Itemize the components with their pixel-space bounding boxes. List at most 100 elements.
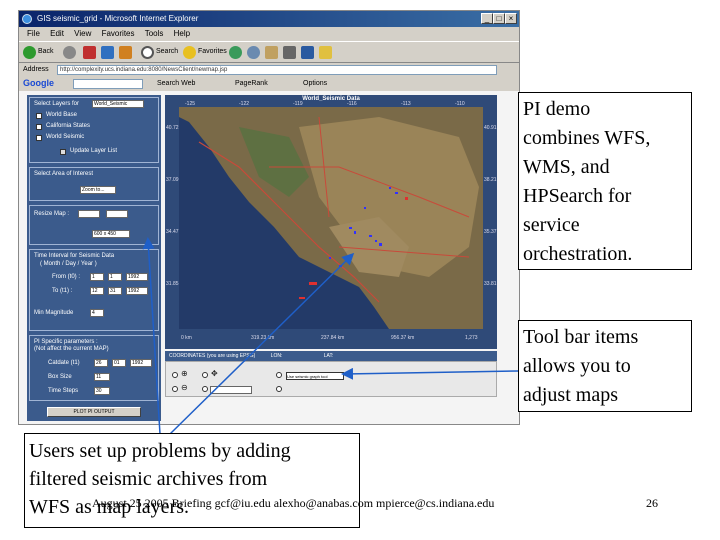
browser-window: GIS seismic_grid - Microsoft Internet Ex… [18,10,520,425]
favorites-star-icon[interactable] [183,46,196,59]
layer-checkbox-world-seismic[interactable] [36,135,42,141]
to-label: To (t1) : [52,288,73,294]
min-magnitude-input[interactable]: 4 [90,309,104,317]
history-icon[interactable] [247,46,260,59]
zoom-out-icon: ⊖ [181,383,188,392]
time-steps-label: Time Steps [48,388,79,394]
menu-file[interactable]: File [27,29,40,38]
maximize-button[interactable]: □ [493,13,505,24]
folder-icon[interactable] [319,46,332,59]
resize-width-input[interactable] [78,210,100,218]
favorites-label[interactable]: Favorites [198,48,227,55]
address-input[interactable]: http://complexity.ucs.indiana.edu:8080/N… [57,65,497,75]
update-layer-button[interactable]: Update Layer List [70,148,117,154]
seismic-graph-radio[interactable] [276,372,282,378]
options-button[interactable]: Options [303,80,327,87]
layer-checkbox-california[interactable] [36,124,42,130]
stop-icon[interactable] [83,46,96,59]
back-label[interactable]: Back [38,48,54,55]
from-label: From (t0) : [52,274,80,280]
browser-toolbar: Back Search Favorites [19,41,519,63]
callout-line: adjust maps [523,384,618,406]
time-label: Time Interval for Seismic Data [34,253,115,259]
layer-select[interactable]: World_Seismic [92,100,144,108]
map-left-tick: 37.09 [166,177,179,183]
seismic-map-image[interactable] [179,107,483,329]
print-icon[interactable] [283,46,296,59]
home-icon[interactable] [119,46,132,59]
menu-view[interactable]: View [74,29,91,38]
scale-label: 956.37 km [391,335,415,341]
search-web-button[interactable]: Search Web [157,80,195,87]
menu-bar: File Edit View Favorites Tools Help [19,27,519,41]
layer-label-world-seismic: World Seismic [46,134,85,140]
scale-label: 1,273 [465,335,478,341]
map-right-tick: 38.21 [484,177,497,183]
resize-label: Resize Map : [34,211,70,217]
menu-help[interactable]: Help [174,29,190,38]
pi-params-label: PI Specific parameters : [34,339,98,345]
google-search-input[interactable] [73,79,143,89]
refresh-icon[interactable] [101,46,114,59]
zoom-in-radio[interactable] [172,372,178,378]
layer-label-world-base: World Base [46,112,77,118]
seismic-graph-input[interactable]: Use seismic graph tool [286,372,344,380]
map-tool-bar: ⊕ ⊖ ✥ Use seismic graph tool [165,361,497,397]
edit-icon[interactable] [301,46,314,59]
media-icon[interactable] [229,46,242,59]
google-logo: Google [23,78,54,88]
address-label: Address [23,66,49,73]
search-label[interactable]: Search [156,48,178,55]
minimize-button[interactable]: _ [481,13,493,24]
zoom-out-radio[interactable] [172,386,178,392]
users-callout: Users set up problems by adding filtered… [24,433,360,528]
page-content: Select Layers for World_Seismic World Ba… [19,91,519,424]
to-year-input[interactable]: 1992 [126,287,148,295]
resize-height-input[interactable] [106,210,128,218]
from-day-input[interactable]: 1 [108,273,122,281]
layer-tool-radio[interactable] [202,386,208,392]
box-size-label: Box Size [48,374,72,380]
plot-pi-output-button[interactable]: PLOT PI OUTPUT [47,407,141,417]
map-right-tick: 40.91 [484,125,497,131]
area-box: Select Area of Interest Zoom to... [29,167,159,201]
to-day-input[interactable]: 31 [108,287,122,295]
query-radio[interactable] [276,386,282,392]
from-year-input[interactable]: 1992 [126,273,148,281]
callout-line: combines WFS, [523,127,651,149]
time-steps-input[interactable]: 30 [94,387,110,395]
catdate-month-input[interactable]: 26 [94,359,108,367]
to-month-input[interactable]: 12 [90,287,104,295]
box-size-input[interactable]: 11 [94,373,110,381]
close-button[interactable]: × [505,13,517,24]
callout-line: filtered seismic archives from [29,468,268,490]
menu-edit[interactable]: Edit [50,29,64,38]
resize-select[interactable]: 600 x 450 [92,230,130,238]
pi-params-box: PI Specific parameters : (Not affect the… [29,335,159,401]
tool-select[interactable] [210,386,252,394]
catdate-day-input[interactable]: 01 [112,359,126,367]
from-month-input[interactable]: 1 [90,273,104,281]
menu-favorites[interactable]: Favorites [102,29,135,38]
map-frame: World_Seismic Data -125 -122 -119 -116 -… [165,95,497,349]
update-layer-icon[interactable] [60,149,66,155]
coordinates-bar: COORDINATES (you are using EPSG) LON: LA… [165,351,497,361]
map-left-tick: 40.72 [166,125,179,131]
menu-tools[interactable]: Tools [145,29,164,38]
forward-arrow-icon[interactable] [63,46,76,59]
layer-label-california: California States [46,123,91,129]
catdate-year-input[interactable]: 1992 [130,359,152,367]
search-icon[interactable] [141,46,154,59]
pi-params-sub-label: (Not affect the current MAP) [34,346,109,352]
zoom-select[interactable]: Zoom to... [80,186,116,194]
layer-checkbox-world-base[interactable] [36,113,42,119]
pan-radio[interactable] [202,372,208,378]
select-layers-label: Select Layers for [34,101,80,107]
back-arrow-icon[interactable] [23,46,36,59]
map-left-tick: 31.85 [166,281,179,287]
map-left-tick: 34.47 [166,229,179,235]
zoom-in-icon: ⊕ [181,369,188,378]
callout-line: orchestration. [523,243,633,265]
mail-icon[interactable] [265,46,278,59]
map-title: World_Seismic Data [302,96,360,102]
